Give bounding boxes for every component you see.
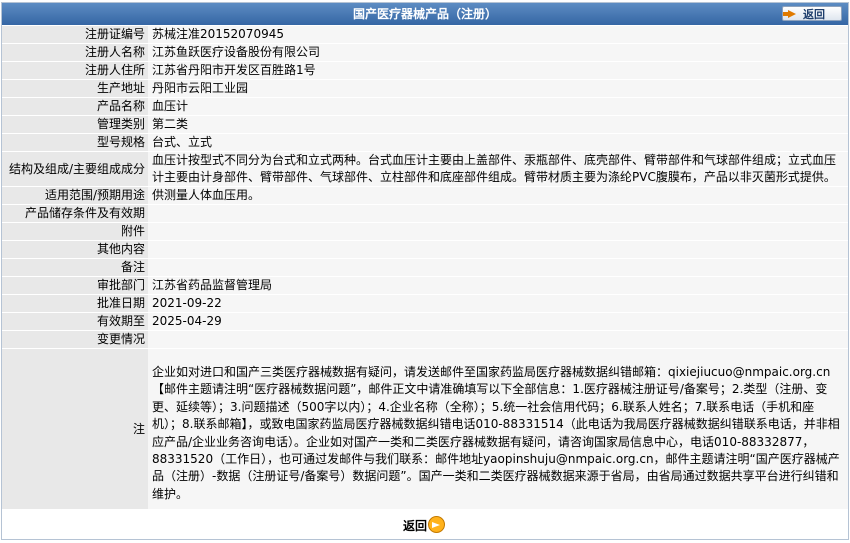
field-value: 丹阳市云阳工业园	[148, 79, 848, 98]
field-value	[148, 222, 848, 241]
field-label: 其他内容	[2, 240, 148, 259]
table-row: 有效期至 2025-04-29	[2, 312, 848, 331]
field-value: 2025-04-29	[148, 312, 848, 331]
field-label: 产品名称	[2, 97, 148, 116]
field-value	[148, 258, 848, 277]
field-value: 江苏省药品监督管理局	[148, 276, 848, 295]
table-row: 产品名称 血压计	[2, 97, 848, 116]
field-label: 批准日期	[2, 294, 148, 313]
table-row: 审批部门 江苏省药品监督管理局	[2, 276, 848, 295]
note-label: 注	[2, 348, 148, 510]
field-label: 注册证编号	[2, 25, 148, 44]
field-label: 备注	[2, 258, 148, 277]
table-row: 型号规格 台式、立式	[2, 133, 848, 152]
table-row: 管理类别 第二类	[2, 115, 848, 134]
back-button-label: 返回	[803, 8, 825, 21]
page-title: 国产医疗器械产品（注册）	[352, 7, 497, 21]
field-value: 供测量人体血压用。	[148, 186, 848, 205]
field-label: 适用范围/预期用途	[2, 186, 148, 205]
field-value: 江苏省丹阳市开发区百胜路1号	[148, 61, 848, 80]
field-label: 产品储存条件及有效期	[2, 204, 148, 223]
field-label: 结构及组成/主要组成成分	[2, 151, 148, 187]
table-row: 适用范围/预期用途 供测量人体血压用。	[2, 186, 848, 205]
field-label: 生产地址	[2, 79, 148, 98]
table-row: 产品储存条件及有效期	[2, 204, 848, 223]
field-value: 血压计	[148, 97, 848, 116]
footer-back-label: 返回	[403, 519, 428, 534]
title-bar: 国产医疗器械产品（注册） 返回	[2, 3, 848, 25]
arrow-right-icon	[783, 10, 796, 18]
note-row: 注企业如对进口和国产三类医疗器械数据有疑问，请发送邮件至国家药监局医疗器械数据纠…	[2, 348, 848, 510]
field-value	[148, 330, 848, 349]
field-value	[148, 204, 848, 223]
field-value: 血压计按型式不同分为台式和立式两种。台式血压计主要由上盖部件、汞瓶部件、底壳部件…	[148, 151, 848, 187]
field-label: 审批部门	[2, 276, 148, 295]
detail-table: 注册证编号 苏械注准20152070945 注册人名称 江苏鱼跃医疗设备股份有限公司…	[2, 25, 848, 510]
field-value: 苏械注准20152070945	[148, 25, 848, 44]
field-label: 有效期至	[2, 312, 148, 331]
note-text: 企业如对进口和国产三类医疗器械数据有疑问，请发送邮件至国家药监局医疗器械数据纠错…	[148, 348, 848, 510]
field-label: 型号规格	[2, 133, 148, 152]
field-label: 注册人名称	[2, 43, 148, 62]
table-row: 注册证编号 苏械注准20152070945	[2, 25, 848, 44]
back-button[interactable]: 返回	[782, 6, 842, 21]
field-label: 管理类别	[2, 115, 148, 134]
field-label: 注册人住所	[2, 61, 148, 80]
table-row: 批准日期 2021-09-22	[2, 294, 848, 313]
field-label: 变更情况	[2, 330, 148, 349]
field-value: 2021-09-22	[148, 294, 848, 313]
footer: 返回	[2, 509, 848, 540]
field-value	[148, 240, 848, 259]
table-row: 其他内容	[2, 240, 848, 259]
table-row: 注册人住所 江苏省丹阳市开发区百胜路1号	[2, 61, 848, 80]
field-label: 附件	[2, 222, 148, 241]
table-row: 结构及组成/主要组成成分 血压计按型式不同分为台式和立式两种。台式血压计主要由上盖…	[2, 151, 848, 187]
table-row: 生产地址 丹阳市云阳工业园	[2, 79, 848, 98]
field-value: 江苏鱼跃医疗设备股份有限公司	[148, 43, 848, 62]
footer-back-button[interactable]: 返回	[403, 515, 445, 535]
circle-arrow-icon	[428, 516, 445, 534]
field-value: 台式、立式	[148, 133, 848, 152]
product-detail-panel: 国产医疗器械产品（注册） 返回 注册证编号 苏械注准20152070945 注册人…	[1, 2, 849, 541]
field-value: 第二类	[148, 115, 848, 134]
table-row: 注册人名称 江苏鱼跃医疗设备股份有限公司	[2, 43, 848, 62]
table-row: 变更情况	[2, 330, 848, 349]
table-row: 备注	[2, 258, 848, 277]
table-row: 附件	[2, 222, 848, 241]
